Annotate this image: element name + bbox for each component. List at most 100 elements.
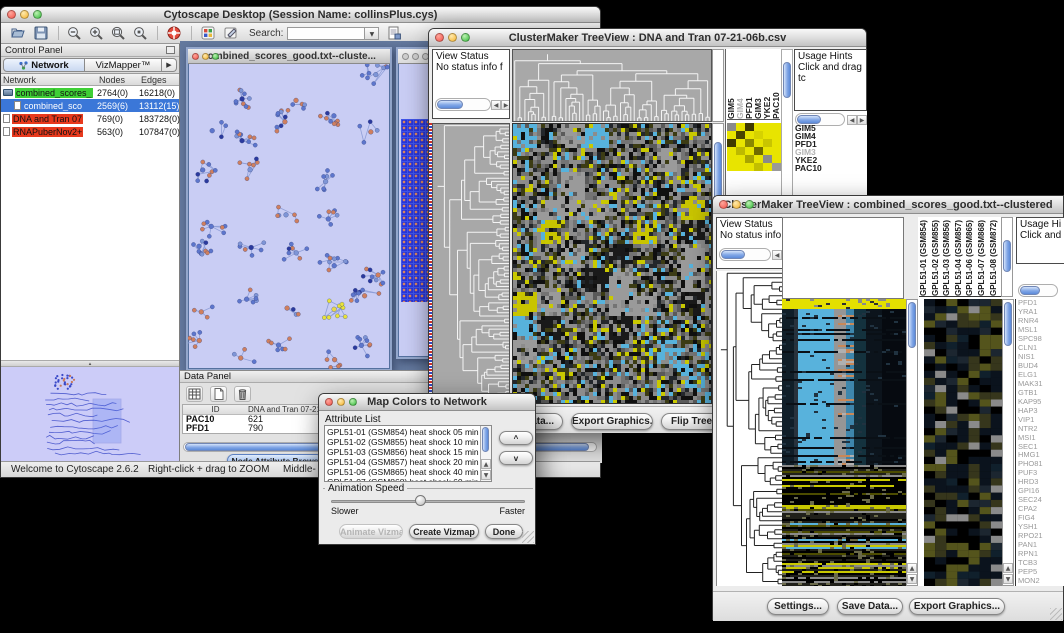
column-label[interactable]: GPL51-02 (GSM855) [931, 217, 943, 296]
scroll-down-icon[interactable]: ▼ [1003, 574, 1013, 584]
network-view-frame[interactable]: combined_scores_good.txt--cluste... [186, 47, 392, 370]
search-input[interactable] [287, 27, 365, 40]
move-down-button[interactable]: v [499, 451, 533, 465]
minimize-icon[interactable] [732, 200, 741, 209]
tab-overflow-arrow-icon[interactable]: ▶ [162, 58, 177, 72]
float-panel-icon[interactable] [166, 46, 175, 54]
zoom-heatmap[interactable] [727, 123, 781, 171]
view-status-scrollbar[interactable] [719, 248, 771, 261]
column-label-vscrollbar[interactable] [1001, 217, 1013, 297]
delete-trash-icon[interactable] [234, 386, 251, 402]
scroll-down-icon[interactable]: ▼ [907, 574, 917, 584]
network-canvas[interactable] [188, 64, 390, 369]
animate-vizmap-button[interactable]: Animate Vizmap [339, 524, 403, 539]
minimize-icon[interactable] [202, 53, 209, 60]
column-label[interactable]: GPL51-03 (GSM856) [942, 217, 954, 296]
scroll-left-icon[interactable]: ◀ [491, 100, 501, 110]
save-icon[interactable] [33, 25, 49, 41]
save-data-button[interactable]: Save Data... [837, 598, 903, 615]
new-attribute-icon[interactable] [210, 386, 227, 402]
network-frame-titlebar[interactable]: combined_scores_good.txt--cluste... [188, 49, 390, 64]
search-dropdown-icon[interactable]: ▼ [365, 27, 379, 40]
close-icon[interactable] [192, 53, 199, 60]
attribute-item[interactable]: GPL51-04 (GSM857) heat shock 20 min [327, 457, 489, 467]
attribute-item[interactable]: GPL51-07 (GSM868) heat shock 60 min [327, 477, 489, 482]
attribute-item[interactable]: GPL51-03 (GSM856) heat shock 15 min [327, 447, 489, 457]
zoom-window-icon[interactable] [212, 53, 219, 60]
resize-grip[interactable] [1050, 608, 1062, 620]
scroll-up-icon[interactable]: ▲ [1003, 563, 1013, 573]
zoom-window-icon[interactable] [461, 33, 470, 42]
main-titlebar[interactable]: Cytoscape Desktop (Session Name: collins… [1, 7, 600, 23]
column-label[interactable]: GPL51-01 (GSM854) [919, 217, 931, 296]
scrollbar-thumb[interactable] [437, 100, 463, 109]
attribute-item[interactable]: GPL51-06 (GSM865) heat shock 40 min [327, 467, 489, 477]
gene-list-vscrollbar[interactable]: ▲ ▼ [1002, 299, 1014, 586]
column-dendrogram-area[interactable] [782, 217, 904, 299]
table-document-icon[interactable] [386, 25, 402, 41]
scroll-down-icon[interactable]: ▼ [481, 470, 491, 480]
close-icon[interactable] [7, 10, 16, 19]
treeview1-titlebar[interactable]: ClusterMaker TreeView : DNA and Tran 07-… [429, 29, 866, 47]
animation-speed-slider[interactable] [331, 500, 525, 503]
close-icon[interactable] [402, 53, 409, 60]
treeview2-titlebar[interactable]: ClusterMaker TreeView : combined_scores_… [713, 196, 1063, 214]
zoom-selected-icon[interactable] [132, 25, 148, 41]
move-up-button[interactable]: ^ [499, 431, 533, 445]
column-dendrogram[interactable] [512, 49, 712, 122]
resize-grip[interactable] [522, 531, 534, 543]
scrollbar-thumb[interactable] [482, 427, 489, 452]
close-icon[interactable] [719, 200, 728, 209]
zoom-window-icon[interactable] [349, 398, 357, 406]
minimize-icon[interactable] [448, 33, 457, 42]
done-button[interactable]: Done [485, 524, 523, 539]
attribute-item[interactable]: GPL51-01 (GSM854) heat shock 05 min [327, 427, 489, 437]
gene-label[interactable]: MON2 [1016, 577, 1064, 586]
global-heatmap[interactable] [782, 299, 906, 586]
zoom-out-icon[interactable] [66, 25, 82, 41]
minimize-icon[interactable] [20, 10, 29, 19]
slider-thumb[interactable] [415, 495, 426, 506]
scroll-right-icon[interactable]: ▶ [501, 100, 510, 110]
network-overview-thumbnail[interactable] [1, 367, 179, 463]
zoom-heatmap[interactable] [924, 299, 1002, 586]
network-row[interactable]: combined_scores_ 2764(0) 16218(0) [1, 86, 179, 99]
scrollbar-thumb[interactable] [908, 302, 916, 348]
tab-network[interactable]: Network [3, 58, 85, 72]
network-row[interactable]: RNAPuberNov2+ 563(0) 107847(0) [1, 125, 179, 138]
colored-nodes-icon[interactable] [200, 25, 216, 41]
listbox-vscrollbar[interactable]: ▲ ▼ [480, 426, 491, 481]
dialog-titlebar[interactable]: Map Colors to Network [319, 394, 535, 411]
column-label[interactable]: GPL51-06 (GSM865) [965, 217, 977, 296]
zoom-in-icon[interactable] [88, 25, 104, 41]
usage-hints-scrollbar[interactable] [1018, 284, 1058, 297]
attribute-table-icon[interactable] [186, 386, 203, 402]
zoom-window-icon[interactable] [745, 200, 754, 209]
zoom-window-icon[interactable] [33, 10, 42, 19]
open-folder-icon[interactable] [11, 25, 27, 41]
column-label[interactable]: GPL51-07 (GSM868) [977, 217, 989, 296]
export-graphics-button[interactable]: Export Graphics... [909, 598, 1005, 615]
heatmap-vscrollbar[interactable]: ▲ ▼ [906, 299, 918, 586]
export-graphics-button[interactable]: Export Graphics... [571, 413, 653, 430]
scroll-up-icon[interactable]: ▲ [481, 459, 491, 469]
minimize-icon[interactable] [412, 53, 419, 60]
network-row[interactable]: combined_sco 2569(6) 13112(15) [1, 99, 179, 112]
column-label[interactable]: GPL51-08 (GSM872) [989, 217, 1001, 296]
network-row[interactable]: DNA and Tran 07 769(0) 183728(0) [1, 112, 179, 125]
scrollbar-thumb[interactable] [783, 62, 791, 98]
column-label[interactable]: PAC10 [772, 49, 781, 119]
attribute-listbox[interactable]: GPL51-01 (GSM854) heat shock 05 min GPL51… [324, 425, 492, 482]
scrollbar-thumb[interactable] [1004, 302, 1012, 346]
scroll-left-icon[interactable]: ◀ [772, 250, 782, 260]
close-icon[interactable] [435, 33, 444, 42]
row-dendrogram[interactable] [716, 271, 782, 586]
minimize-icon[interactable] [337, 398, 345, 406]
view-status-scrollbar[interactable] [435, 98, 491, 111]
global-heatmap[interactable] [512, 123, 712, 404]
column-header-id[interactable]: ID [183, 405, 245, 414]
scrollbar-thumb[interactable] [1003, 240, 1011, 272]
tab-vizmapper[interactable]: VizMapper™ [85, 58, 162, 72]
close-icon[interactable] [325, 398, 333, 406]
help-lifebuoy-icon[interactable] [166, 25, 182, 41]
